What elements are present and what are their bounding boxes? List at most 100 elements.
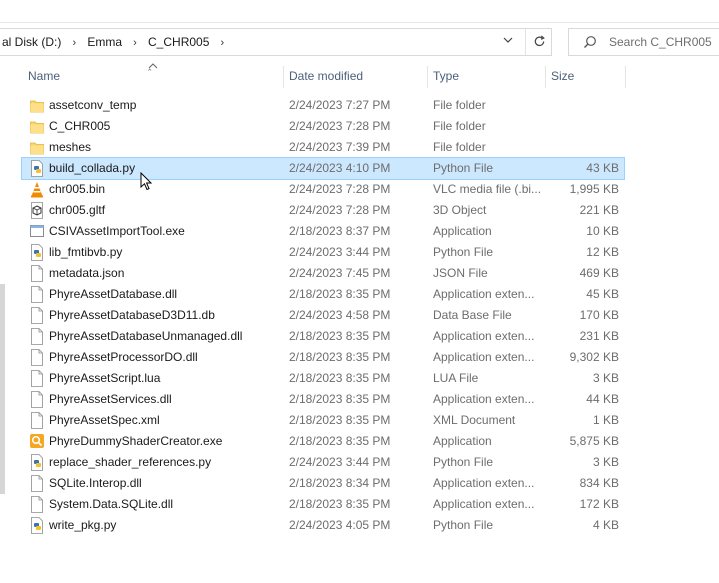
file-size: 4 KB [592, 518, 619, 532]
file-name: chr005.gltf [49, 203, 106, 217]
column-header-size[interactable]: Size [545, 64, 625, 88]
file-type: Data Base File [433, 308, 512, 322]
file-row[interactable]: CSIVAssetImportTool.exe 2/18/2023 8:37 PM… [22, 221, 624, 242]
file-row[interactable]: meshes 2/24/2023 7:39 PM File folder [22, 137, 624, 158]
search-icon [584, 36, 596, 48]
file-type: XML Document [433, 413, 516, 427]
file-row[interactable]: metadata.json 2/24/2023 7:45 PM JSON File 4… [22, 263, 624, 284]
file-size: 231 KB [579, 329, 619, 343]
file-date-modified: 2/24/2023 7:28 PM [289, 119, 391, 133]
chevron-right-icon[interactable]: › [211, 30, 233, 56]
file-type: File folder [433, 98, 486, 112]
folder-icon [30, 97, 44, 114]
file-type: File folder [433, 119, 486, 133]
file-row[interactable]: System.Data.SQLite.dll 2/18/2023 8:35 PM A… [22, 494, 624, 515]
document-icon [30, 307, 44, 324]
file-row[interactable]: PhyreAssetServices.dll 2/18/2023 8:35 PM A… [22, 389, 624, 410]
file-name: PhyreAssetDatabaseUnmanaged.dll [49, 329, 243, 343]
file-type: JSON File [433, 266, 488, 280]
document-icon [30, 286, 44, 303]
file-row[interactable]: write_pkg.py 2/24/2023 4:05 PM Python File… [22, 515, 624, 536]
scrollbar-thumb[interactable] [0, 284, 5, 494]
file-name: meshes [49, 140, 92, 154]
file-row[interactable]: C_CHR005 2/24/2023 7:28 PM File folder [22, 116, 624, 137]
document-icon [30, 412, 44, 429]
column-header-type[interactable]: Type [427, 64, 545, 88]
file-row[interactable]: PhyreAssetSpec.xml 2/18/2023 8:35 PM XML D… [22, 410, 624, 431]
file-date-modified: 2/24/2023 7:27 PM [289, 98, 391, 112]
application-icon [30, 223, 44, 240]
breadcrumb-current[interactable]: C_CHR005 [146, 29, 211, 55]
document-icon [30, 496, 44, 513]
file-type: Python File [433, 455, 494, 469]
file-size: 44 KB [586, 392, 619, 406]
magnifier-app-icon [30, 433, 44, 450]
file-type: Application [433, 434, 492, 448]
file-date-modified: 2/18/2023 8:35 PM [289, 392, 391, 406]
file-row[interactable]: PhyreAssetProcessorDO.dll 2/18/2023 8:35 … [22, 347, 624, 368]
chevron-right-icon[interactable]: › [124, 30, 146, 56]
file-name: PhyreAssetSpec.xml [49, 413, 160, 427]
file-name: assetconv_temp [49, 98, 137, 112]
navigation-pane-scrollbar[interactable] [0, 64, 6, 583]
address-history-dropdown[interactable] [495, 29, 521, 55]
refresh-icon [534, 35, 545, 47]
file-row[interactable]: chr005.gltf 2/24/2023 7:28 PM 3D Object 221… [22, 200, 624, 221]
file-size: 5,875 KB [569, 434, 619, 448]
file-name: PhyreAssetDatabaseD3D11.db [49, 308, 215, 322]
file-date-modified: 2/24/2023 7:45 PM [289, 266, 391, 280]
file-date-modified: 2/24/2023 4:58 PM [289, 308, 391, 322]
python-file-icon [30, 160, 44, 177]
file-type: Application exten... [433, 350, 535, 364]
refresh-button[interactable] [525, 29, 552, 55]
file-type: VLC media file (.bi... [433, 182, 542, 196]
search-box[interactable]: Search C_CHR005 [568, 28, 719, 56]
file-size: 12 KB [586, 245, 619, 259]
file-date-modified: 2/18/2023 8:34 PM [289, 476, 391, 490]
python-file-icon [30, 454, 44, 471]
file-size: 3 KB [592, 455, 619, 469]
file-size: 221 KB [579, 203, 619, 217]
file-row[interactable]: lib_fmtibvb.py 2/24/2023 3:44 PM Python Fi… [22, 242, 624, 263]
document-icon [30, 349, 44, 366]
mouse-cursor-icon [140, 172, 153, 191]
file-row[interactable]: chr005.bin 2/24/2023 7:28 PM VLC media fil… [22, 179, 624, 200]
file-size: 170 KB [579, 308, 619, 322]
file-row[interactable]: PhyreAssetDatabaseD3D11.db 2/24/2023 4:58… [22, 305, 624, 326]
column-header-name[interactable]: Name [22, 64, 283, 88]
file-size: 1 KB [592, 413, 619, 427]
breadcrumb: al Disk (D:) › Emma › C_CHR005 › [0, 29, 233, 55]
vlc-icon [30, 181, 44, 198]
document-icon [30, 475, 44, 492]
file-size: 469 KB [579, 266, 619, 280]
file-row[interactable]: PhyreAssetDatabase.dll 2/18/2023 8:35 PM A… [22, 284, 624, 305]
breadcrumb-emma[interactable]: Emma [85, 29, 124, 55]
file-size: 172 KB [579, 497, 619, 511]
column-header: Name Date modified Type Size [22, 64, 628, 88]
file-row[interactable]: assetconv_temp 2/24/2023 7:27 PM File fold… [22, 95, 624, 116]
file-name: lib_fmtibvb.py [49, 245, 123, 259]
file-size: 45 KB [586, 287, 619, 301]
file-date-modified: 2/18/2023 8:35 PM [289, 497, 391, 511]
file-date-modified: 2/18/2023 8:35 PM [289, 371, 391, 385]
file-type: Python File [433, 518, 494, 532]
file-row[interactable]: PhyreDummyShaderCreator.exe 2/18/2023 8:3… [22, 431, 624, 452]
column-divider[interactable] [625, 66, 626, 88]
search-input[interactable]: Search C_CHR005 [609, 29, 712, 55]
file-name: CSIVAssetImportTool.exe [49, 224, 185, 238]
chevron-right-icon[interactable]: › [63, 30, 85, 56]
column-header-date[interactable]: Date modified [283, 64, 427, 88]
file-type: File folder [433, 140, 486, 154]
breadcrumb-drive[interactable]: al Disk (D:) [0, 29, 63, 55]
file-size: 1,995 KB [569, 182, 619, 196]
file-size [548, 95, 619, 116]
address-bar[interactable]: al Disk (D:) › Emma › C_CHR005 › [0, 28, 552, 56]
file-row[interactable]: PhyreAssetScript.lua 2/18/2023 8:35 PM LUA… [22, 368, 624, 389]
file-date-modified: 2/24/2023 3:44 PM [289, 455, 391, 469]
file-row[interactable]: SQLite.Interop.dll 2/18/2023 8:34 PM Appli… [22, 473, 624, 494]
file-row[interactable]: replace_shader_references.py 2/24/2023 3:… [22, 452, 624, 473]
file-row[interactable]: build_collada.py 2/24/2023 4:10 PM Python … [21, 157, 625, 180]
file-row[interactable]: PhyreAssetDatabaseUnmanaged.dll 2/18/2023… [22, 326, 624, 347]
file-size: 3 KB [592, 371, 619, 385]
file-name: metadata.json [49, 266, 125, 280]
